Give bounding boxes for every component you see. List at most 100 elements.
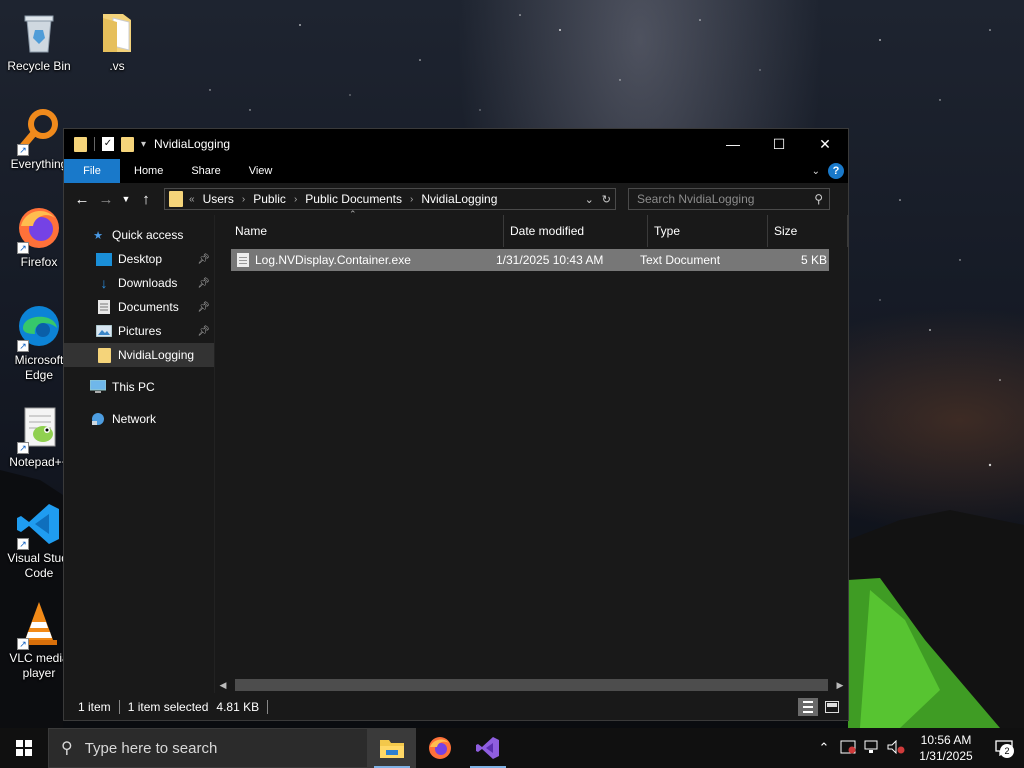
nav-network[interactable]: Network (64, 407, 214, 431)
nav-desktop[interactable]: Desktop 📌︎ (64, 247, 214, 271)
scroll-left-icon[interactable]: ◀ (215, 680, 231, 691)
address-bar[interactable]: « Users › Public › Public Documents › Nv… (164, 188, 616, 210)
tab-file[interactable]: File (64, 159, 120, 183)
security-icon[interactable] (836, 740, 860, 757)
pictures-icon (96, 324, 112, 338)
nav-downloads[interactable]: ↓ Downloads 📌︎ (64, 271, 214, 295)
tab-share[interactable]: Share (177, 159, 234, 183)
nav-documents[interactable]: Documents 📌︎ (64, 295, 214, 319)
details-view-icon[interactable] (798, 697, 818, 716)
shortcut-arrow-icon: ↗ (17, 242, 29, 254)
breadcrumb-nvidialogging[interactable]: NvidiaLogging (421, 192, 497, 206)
scrollbar-track[interactable] (231, 679, 832, 691)
desktop-icon-recycle-bin[interactable]: Recycle Bin (1, 8, 77, 74)
system-tray: ⌃ 10:56 AM 1/31/2025 2 (812, 728, 1024, 768)
search-placeholder: Search NvidiaLogging (637, 192, 755, 206)
file-size: 5 KB (800, 253, 827, 267)
address-history-chevron-icon[interactable]: ⌄ (585, 193, 594, 206)
taskbar-app-firefox[interactable] (416, 728, 464, 768)
star-icon: ★ (93, 229, 103, 242)
vlc-icon: ↗ (15, 600, 63, 650)
tab-home[interactable]: Home (120, 159, 177, 183)
breadcrumb-users[interactable]: Users (203, 192, 234, 206)
start-button[interactable] (0, 728, 48, 768)
selection-size: 4.81 KB (216, 699, 260, 714)
system-clock[interactable]: 10:56 AM 1/31/2025 (908, 732, 984, 764)
nav-quick-access[interactable]: ★ Quick access (64, 223, 214, 247)
file-list-pane: ⌃ Name Date modified Type Size Log.NVDis… (215, 209, 848, 693)
search-icon[interactable]: ⚲ (814, 192, 823, 206)
forward-arrow-icon[interactable]: → (94, 191, 118, 208)
taskbar-app-file-explorer[interactable] (368, 728, 416, 768)
nav-nvidialogging[interactable]: NvidiaLogging (64, 343, 214, 367)
network-status-icon[interactable] (860, 740, 884, 757)
selection-count: 1 item selected (127, 699, 209, 714)
nav-item-label: Desktop (118, 252, 163, 266)
view-switcher (798, 697, 848, 716)
help-icon[interactable]: ? (828, 163, 844, 179)
folder-icon (74, 136, 87, 152)
folder-icon (169, 191, 183, 207)
nav-item-label: This PC (112, 380, 155, 394)
close-button[interactable]: ✕ (802, 129, 848, 159)
nav-pictures[interactable]: Pictures 📌︎ (64, 319, 214, 343)
show-hidden-icons-chevron-icon[interactable]: ⌃ (812, 740, 836, 756)
taskbar-app-visual-studio[interactable] (464, 728, 512, 768)
vscode-icon: ↗ (15, 500, 63, 550)
new-folder-icon[interactable] (121, 136, 134, 152)
firefox-icon (429, 737, 451, 759)
shortcut-arrow-icon: ↗ (17, 442, 29, 454)
downloads-icon: ↓ (100, 275, 108, 291)
column-name[interactable]: Name (229, 215, 504, 247)
breadcrumb-overflow[interactable]: « (189, 194, 195, 205)
search-input[interactable]: Search NvidiaLogging ⚲ (628, 188, 830, 210)
file-explorer-icon (380, 740, 404, 758)
pin-icon[interactable]: 📌︎ (197, 254, 210, 265)
column-date-modified[interactable]: Date modified (504, 215, 648, 247)
pin-icon[interactable]: 📌︎ (197, 326, 210, 337)
back-arrow-icon[interactable]: ← (70, 191, 94, 208)
desktop-icon (96, 252, 112, 266)
breadcrumb-public[interactable]: Public (253, 192, 286, 206)
shortcut-arrow-icon: ↗ (17, 638, 29, 650)
action-center-button[interactable]: 2 (984, 740, 1024, 758)
large-icons-view-icon[interactable] (822, 698, 842, 716)
scrollbar-thumb[interactable] (235, 679, 828, 691)
customize-toolbar-icon[interactable]: ▾ (141, 139, 146, 150)
minimize-button[interactable]: — (710, 129, 756, 159)
documents-icon (96, 300, 112, 314)
table-row[interactable]: Log.NVDisplay.Container.exe 1/31/2025 10… (231, 249, 829, 271)
title-bar[interactable]: ✓ ▾ NvidiaLogging — ☐ ✕ (64, 129, 848, 159)
volume-muted-icon[interactable] (884, 739, 908, 757)
explorer-body: ★ Quick access Desktop 📌︎ ↓ Downloads 📌︎… (64, 209, 848, 693)
firefox-icon: ↗ (15, 204, 63, 254)
status-separator (267, 699, 269, 714)
clock-time: 10:56 AM (920, 733, 972, 747)
taskbar-search-box[interactable]: ⚲ Type here to search (48, 728, 368, 768)
horizontal-scrollbar[interactable]: ◀ ▶ (215, 677, 848, 693)
up-arrow-icon[interactable]: ↑ (134, 191, 158, 208)
pin-icon[interactable]: 📌︎ (197, 302, 210, 313)
breadcrumb-public-documents[interactable]: Public Documents (305, 192, 402, 206)
nav-this-pc[interactable]: This PC (64, 375, 214, 399)
scroll-right-icon[interactable]: ▶ (832, 680, 848, 691)
maximize-button[interactable]: ☐ (756, 129, 802, 159)
pin-icon[interactable]: 📌︎ (197, 278, 210, 289)
desktop-icon-vs-folder[interactable]: .vs (79, 8, 155, 74)
breadcrumb-chevron-icon[interactable]: › (410, 194, 413, 205)
column-size[interactable]: Size (768, 215, 848, 247)
properties-icon[interactable]: ✓ (102, 137, 114, 151)
shortcut-arrow-icon: ↗ (17, 538, 29, 550)
breadcrumb-chevron-icon[interactable]: › (294, 194, 297, 205)
window-title: NvidiaLogging (154, 137, 231, 151)
edge-icon: ↗ (15, 302, 63, 352)
magnifier-icon: ↗ (15, 106, 63, 156)
refresh-icon[interactable]: ↻ (602, 193, 611, 206)
shortcut-arrow-icon: ↗ (17, 340, 29, 352)
expand-ribbon-icon[interactable]: ⌄ (812, 166, 820, 177)
tab-view[interactable]: View (235, 159, 287, 183)
recycle-bin-icon (15, 8, 63, 56)
column-type[interactable]: Type (648, 215, 768, 247)
recent-locations-chevron-icon[interactable]: ▼ (118, 194, 134, 204)
breadcrumb-chevron-icon[interactable]: › (242, 194, 245, 205)
